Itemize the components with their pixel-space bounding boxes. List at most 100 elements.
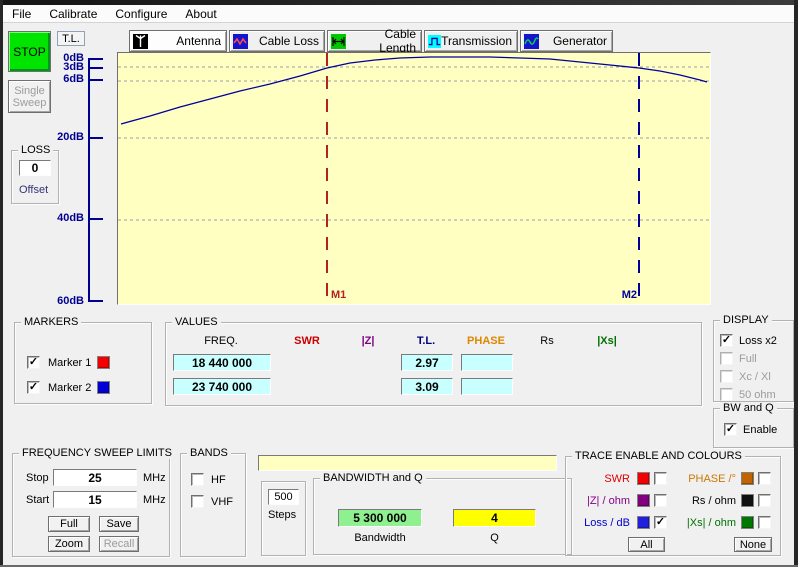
save-button[interactable]: Save <box>99 516 139 532</box>
display-group-title: DISPLAY <box>720 314 772 326</box>
trace-swr-swatch[interactable] <box>637 472 650 485</box>
transmission-button[interactable]: Transmission <box>424 30 518 52</box>
trace-z-label: |Z| / ohm <box>574 495 630 507</box>
marker1-checkbox[interactable]: ✓ <box>27 356 40 369</box>
bw-q-enable-checkbox[interactable]: ✓ <box>724 423 737 436</box>
axis-tick-60db: 60dB <box>52 295 84 307</box>
bands-group: BANDS HF VHF <box>180 453 246 557</box>
trace-xs-swatch[interactable] <box>741 516 754 529</box>
xc-xl-checkbox <box>720 370 733 383</box>
trace-swr-label: SWR <box>574 473 630 485</box>
axis-tickmark <box>89 58 103 60</box>
bw-q-group-title: BW and Q <box>720 402 777 414</box>
window-frame-right <box>794 0 798 567</box>
trace-rs-checkbox[interactable] <box>758 494 771 507</box>
vhf-checkbox[interactable] <box>191 495 204 508</box>
generator-button[interactable]: Generator <box>520 30 613 52</box>
vhf-label: VHF <box>211 496 233 508</box>
start-freq-input[interactable] <box>53 491 137 508</box>
db-axis-line <box>88 58 90 302</box>
stop-button[interactable]: STOP <box>8 31 51 72</box>
cable-loss-button-label: Cable Loss <box>248 34 324 48</box>
marker2-tl-field: 3.09 <box>401 378 453 395</box>
cable-length-button[interactable]: Cable Length <box>327 30 422 52</box>
axis-tick-3db: 3dB <box>52 61 84 73</box>
loss-offset-input[interactable] <box>19 160 51 176</box>
antenna-icon <box>133 34 148 49</box>
stop-unit-label: MHz <box>143 472 166 484</box>
values-group: VALUES FREQ. SWR |Z| T.L. PHASE Rs |Xs| … <box>165 322 702 406</box>
trace-all-button[interactable]: All <box>628 537 665 552</box>
axis-tickmark <box>89 137 103 139</box>
status-strip <box>258 455 557 471</box>
menu-configure[interactable]: Configure <box>106 6 176 22</box>
50ohm-checkbox <box>720 388 733 401</box>
loss-group-title: LOSS <box>18 144 53 156</box>
bw-q-group: BW and Q ✓ Enable <box>713 408 794 448</box>
axis-tickmark <box>89 67 103 69</box>
cable-loss-button[interactable]: Cable Loss <box>229 30 325 52</box>
trace-rs-label: Rs / ohm <box>674 495 736 507</box>
marker2-phase-field <box>461 378 513 395</box>
trace-phase-checkbox[interactable] <box>758 472 771 485</box>
marker1-color-swatch[interactable] <box>97 356 110 369</box>
transmission-button-label: Transmission <box>441 34 517 48</box>
marker2-color-swatch[interactable] <box>97 381 110 394</box>
marker1-freq-field[interactable] <box>173 354 271 371</box>
steps-group: Steps <box>261 481 306 556</box>
stop-freq-input[interactable] <box>53 469 137 486</box>
bands-group-title: BANDS <box>187 447 231 459</box>
marker2-checkbox[interactable]: ✓ <box>27 381 40 394</box>
antenna-button[interactable]: Antenna <box>129 30 227 52</box>
markers-group-title: MARKERS <box>21 316 81 328</box>
trace-xs-label: |Xs| / ohm <box>674 517 736 529</box>
trace-none-button[interactable]: None <box>734 537 772 552</box>
cable-length-button-label: Cable Length <box>346 27 421 55</box>
generator-button-label: Generator <box>539 34 612 48</box>
display-group: DISPLAY ✓ Loss x2 Full Xc / Xl 50 ohm <box>713 320 794 402</box>
trace-xs-checkbox[interactable] <box>758 516 771 529</box>
q-field: 4 <box>453 509 536 527</box>
bandwidth-label: Bandwidth <box>338 532 422 544</box>
marker2-checkbox-label: Marker 2 <box>48 382 91 394</box>
steps-input[interactable] <box>268 489 299 505</box>
axis-tick-20db: 20dB <box>52 131 84 143</box>
bw-q-enable-label: Enable <box>743 424 777 436</box>
trace-z-checkbox[interactable] <box>654 494 667 507</box>
transmission-icon <box>428 34 441 49</box>
trace-loss-swatch[interactable] <box>637 516 650 529</box>
menu-calibrate[interactable]: Calibrate <box>40 6 106 22</box>
axis-tick-40db: 40dB <box>52 212 84 224</box>
zoom-button[interactable]: Zoom <box>48 536 90 552</box>
bandwidth-q-title: BANDWIDTH and Q <box>320 472 426 484</box>
loss-offset-label: Offset <box>19 184 48 196</box>
single-sweep-button[interactable]: Single Sweep <box>8 80 51 113</box>
menu-about[interactable]: About <box>176 6 225 22</box>
q-label: Q <box>453 532 536 544</box>
sweep-chart[interactable]: M1 M2 <box>117 52 711 305</box>
start-unit-label: MHz <box>143 494 166 506</box>
axis-tickmark <box>89 218 103 220</box>
recall-button: Recall <box>99 536 139 552</box>
marker1-phase-field <box>461 354 513 371</box>
values-group-title: VALUES <box>172 316 221 328</box>
values-header-xs: |Xs| <box>567 335 647 347</box>
trace-swr-checkbox[interactable] <box>654 472 667 485</box>
trace-z-swatch[interactable] <box>637 494 650 507</box>
hf-checkbox[interactable] <box>191 473 204 486</box>
trace-group-title: TRACE ENABLE AND COLOURS <box>572 450 745 462</box>
marker2-label: M2 <box>613 289 637 301</box>
bandwidth-q-group: BANDWIDTH and Q 5 300 000 Bandwidth 4 Q <box>313 478 572 555</box>
values-header-freq: FREQ. <box>181 335 261 347</box>
marker2-freq-field[interactable] <box>173 378 271 395</box>
trace-loss-checkbox[interactable]: ✓ <box>654 516 667 529</box>
trace-rs-swatch[interactable] <box>741 494 754 507</box>
trace-phase-swatch[interactable] <box>741 472 754 485</box>
marker1-label: M1 <box>331 289 346 301</box>
loss-curve-plot <box>118 53 710 304</box>
menu-file[interactable]: File <box>3 6 40 22</box>
cable-length-icon <box>331 34 346 49</box>
full-sweep-button[interactable]: Full <box>48 516 90 532</box>
loss-x2-checkbox[interactable]: ✓ <box>720 334 733 347</box>
axis-tick-6db: 6dB <box>52 73 84 85</box>
